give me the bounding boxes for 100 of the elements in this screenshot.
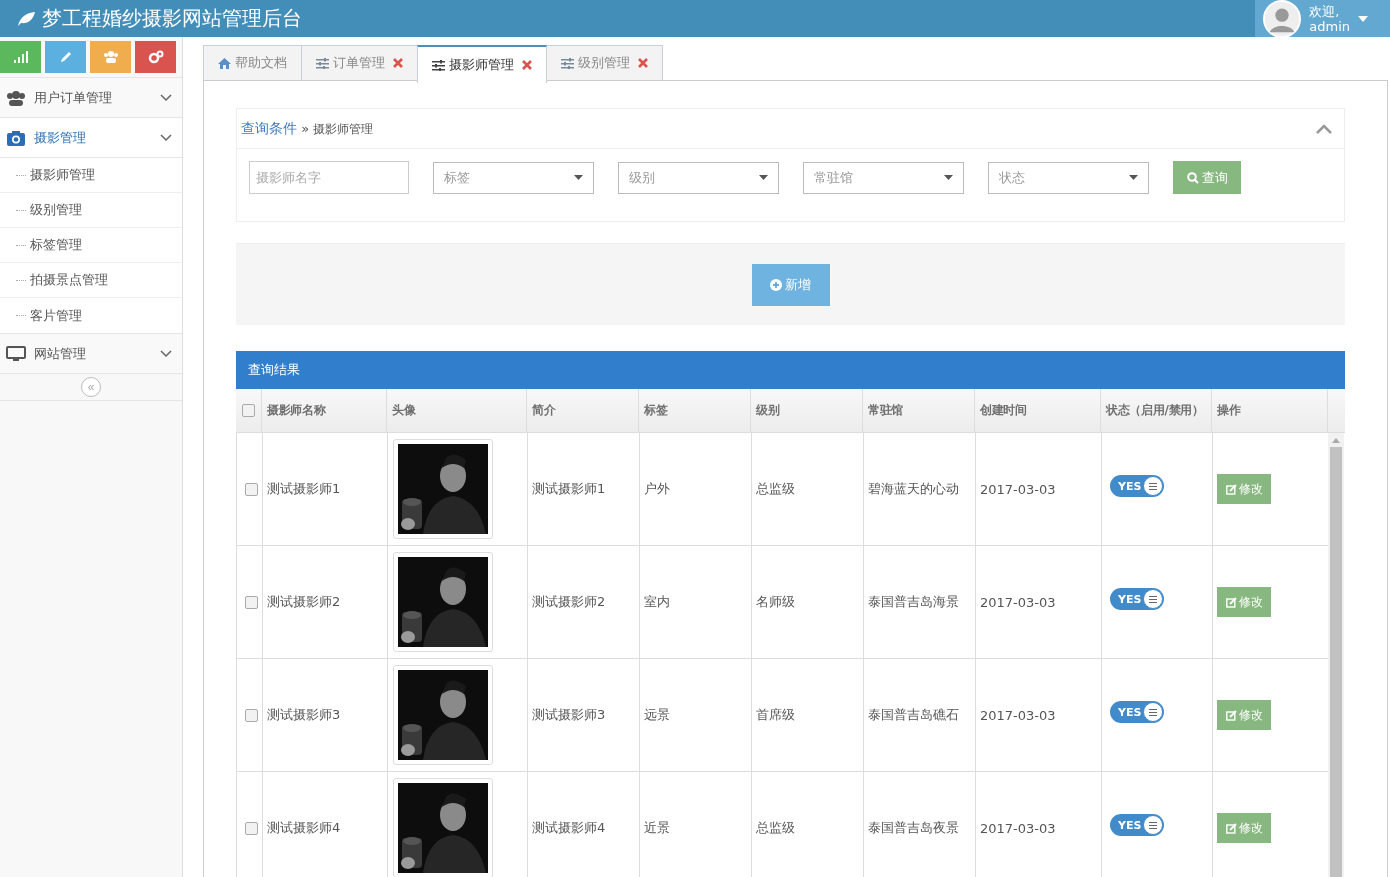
filter-select[interactable]: 标签 — [433, 161, 594, 194]
submenu-item[interactable]: 拍摄景点管理 — [0, 263, 182, 298]
greeting: 欢迎, — [1309, 3, 1341, 19]
table-cell: 2017-03-03 — [976, 433, 1102, 545]
edit-icon — [1225, 709, 1237, 721]
column-header: 级别 — [751, 389, 863, 432]
column-header: 摄影师名称 — [262, 389, 387, 432]
column-header: 操作 — [1212, 389, 1328, 432]
breadcrumb: 查询条件 » 摄影师管理 — [241, 119, 374, 138]
row-checkbox[interactable] — [245, 482, 258, 496]
tab[interactable]: 摄影师管理 — [417, 45, 547, 83]
shortcut-button[interactable] — [0, 41, 41, 73]
chevron-icon — [160, 133, 172, 142]
status-toggle[interactable]: YES — [1110, 475, 1164, 497]
table-cell: 总监级 — [752, 772, 864, 877]
grip-icon — [1149, 482, 1157, 490]
table-cell: 近景 — [640, 772, 752, 877]
table-cell: 测试摄影师2 — [528, 546, 640, 658]
filter-select[interactable]: 常驻馆 — [803, 161, 964, 194]
status-toggle[interactable]: YES — [1110, 701, 1164, 723]
home-icon — [218, 57, 231, 69]
edit-button[interactable]: 修改 — [1217, 474, 1271, 504]
grip-icon — [1149, 821, 1157, 829]
table-cell: 2017-03-03 — [976, 659, 1102, 771]
caret-icon — [1358, 15, 1368, 22]
users-icon — [6, 89, 26, 106]
table-cell: 名师级 — [752, 546, 864, 658]
tab[interactable]: 帮助文档 — [203, 45, 302, 80]
search-icon — [1186, 171, 1199, 184]
tab[interactable]: 级别管理 — [546, 45, 663, 80]
results-title: 查询结果 — [248, 361, 300, 379]
table-cell: 泰国普吉岛海景 — [864, 546, 976, 658]
submenu-item[interactable]: 摄影师管理 — [0, 158, 182, 193]
grip-icon — [1149, 708, 1157, 716]
column-header: 头像 — [387, 389, 527, 432]
chevron-icon — [160, 349, 172, 358]
submenu-item[interactable]: 级别管理 — [0, 193, 182, 228]
tab[interactable]: 订单管理 — [301, 45, 418, 80]
table-cell: 2017-03-03 — [976, 546, 1102, 658]
sliders-icon — [561, 57, 574, 69]
table-cell: 测试摄影师4 — [263, 772, 388, 877]
close-icon[interactable] — [638, 58, 648, 68]
gears-icon — [147, 50, 164, 64]
submenu-item[interactable]: 标签管理 — [0, 228, 182, 263]
table-cell: 首席级 — [752, 659, 864, 771]
table-cell: 测试摄影师1 — [528, 433, 640, 545]
table-cell: 测试摄影师2 — [263, 546, 388, 658]
monitor-icon — [6, 345, 26, 362]
table-cell: 测试摄影师3 — [528, 659, 640, 771]
table-cell: 室内 — [640, 546, 752, 658]
submenu-item[interactable]: 客片管理 — [0, 298, 182, 333]
row-checkbox[interactable] — [245, 708, 258, 722]
add-button[interactable]: 新增 — [751, 263, 830, 306]
name-field[interactable]: 摄影师名字 — [249, 161, 409, 194]
scrollbar[interactable] — [1328, 433, 1344, 877]
close-icon[interactable] — [522, 60, 532, 70]
shortcut-button[interactable] — [90, 41, 131, 73]
filter-select[interactable]: 级别 — [618, 161, 779, 194]
edit-icon — [1225, 822, 1237, 834]
leaf-icon — [16, 10, 36, 27]
edit-button[interactable]: 修改 — [1217, 587, 1271, 617]
row-checkbox[interactable] — [245, 595, 258, 609]
plus-icon — [770, 278, 782, 291]
caret-icon — [944, 175, 953, 180]
caret-icon — [759, 175, 768, 180]
edit-button[interactable]: 修改 — [1217, 700, 1271, 730]
pencil-icon — [58, 50, 73, 64]
sidebar-item[interactable]: 摄影管理 — [0, 118, 182, 158]
bar-chart-icon — [13, 51, 28, 63]
collapse-up-icon[interactable] — [1316, 123, 1332, 134]
filter-select[interactable]: 状态 — [988, 161, 1149, 194]
caret-icon — [574, 175, 583, 180]
table-cell: 总监级 — [752, 433, 864, 545]
table-cell: 测试摄影师4 — [528, 772, 640, 877]
table-cell: 碧海蓝天的心动 — [864, 433, 976, 545]
table-cell: 测试摄影师3 — [263, 659, 388, 771]
column-header: 状态（启用/禁用） — [1101, 389, 1212, 432]
collapse-button[interactable]: « — [81, 377, 101, 397]
camera-icon — [6, 129, 26, 146]
column-header: 标签 — [639, 389, 751, 432]
select-all-checkbox[interactable] — [242, 404, 255, 417]
shortcut-button[interactable] — [135, 41, 176, 73]
edit-icon — [1225, 483, 1237, 495]
close-icon[interactable] — [393, 58, 403, 68]
column-header: 创建时间 — [975, 389, 1101, 432]
edit-button[interactable]: 修改 — [1217, 813, 1271, 843]
sliders-icon — [432, 59, 445, 71]
status-toggle[interactable]: YES — [1110, 814, 1164, 836]
edit-icon — [1225, 596, 1237, 608]
table-cell: 测试摄影师1 — [263, 433, 388, 545]
table-cell: 泰国普吉岛夜景 — [864, 772, 976, 877]
app-title: 梦工程婚纱摄影网站管理后台 — [42, 5, 302, 32]
row-checkbox[interactable] — [245, 821, 258, 835]
search-button[interactable]: 查询 — [1173, 161, 1241, 194]
column-header: 常驻馆 — [863, 389, 975, 432]
status-toggle[interactable]: YES — [1110, 588, 1164, 610]
column-header: 简介 — [527, 389, 639, 432]
user-menu[interactable]: 欢迎, admin — [1255, 0, 1390, 37]
table-cell: 户外 — [640, 433, 752, 545]
caret-icon — [1129, 175, 1138, 180]
